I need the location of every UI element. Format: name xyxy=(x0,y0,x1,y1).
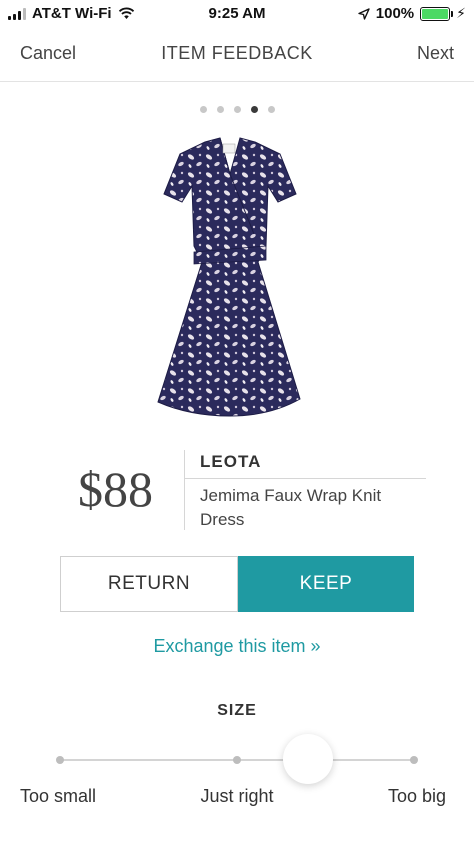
size-label-too-big: Too big xyxy=(387,786,446,806)
keep-button[interactable]: KEEP xyxy=(238,556,414,612)
slider-tick-right xyxy=(233,756,241,764)
return-button[interactable]: RETURN xyxy=(60,556,238,612)
pager-dot[interactable] xyxy=(199,106,207,113)
pager-dot[interactable] xyxy=(250,106,258,113)
battery-fill xyxy=(422,8,449,19)
status-right: 100% ⚡ xyxy=(358,5,466,22)
next-button[interactable]: Next xyxy=(417,43,454,64)
action-buttons: RETURN KEEP xyxy=(60,556,414,612)
price: $88 xyxy=(78,461,153,517)
brand-divider xyxy=(184,478,426,479)
size-title: SIZE xyxy=(217,702,257,719)
pager-dot[interactable] xyxy=(233,106,241,113)
exchange-link[interactable]: Exchange this item » xyxy=(0,636,474,657)
location-arrow-icon xyxy=(358,7,370,20)
pager-dot[interactable] xyxy=(216,106,224,113)
brand-name: LEOTA xyxy=(200,452,262,471)
product-name: Jemima Faux Wrap Knit Dress xyxy=(200,486,382,529)
slider-tick-big xyxy=(410,756,418,764)
status-bar: AT&T Wi-Fi 9:25 AM 100% ⚡ xyxy=(0,0,474,28)
nav-bar: Cancel ITEM FEEDBACK Next xyxy=(0,28,474,82)
pager-dot[interactable] xyxy=(267,106,275,113)
slider-tick-small xyxy=(56,756,64,764)
wrap-dress-image xyxy=(157,137,301,417)
size-slider[interactable] xyxy=(50,734,424,784)
battery-icon xyxy=(420,6,454,21)
battery-percent: 100% xyxy=(375,5,415,22)
page-title: ITEM FEEDBACK xyxy=(161,43,313,63)
info-divider xyxy=(184,450,185,530)
lightning-icon: ⚡ xyxy=(456,5,466,21)
slider-thumb[interactable] xyxy=(282,734,333,784)
pager-dots xyxy=(0,106,474,113)
